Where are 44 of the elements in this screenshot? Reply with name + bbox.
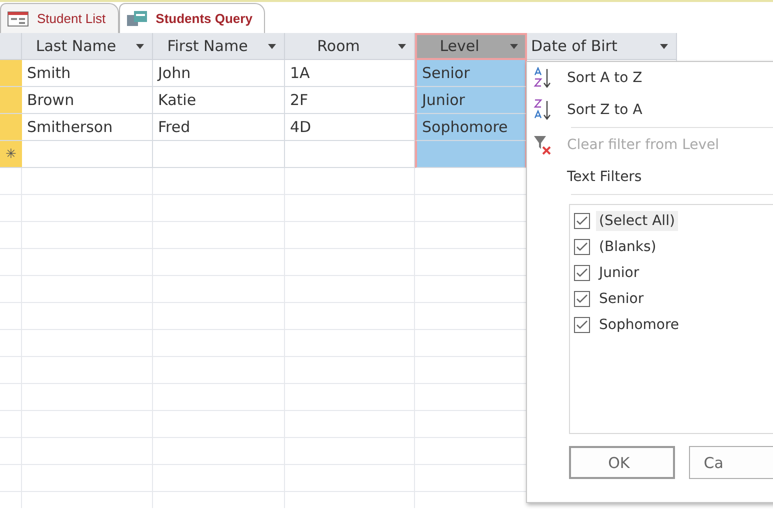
document-tab[interactable]: Student List bbox=[0, 3, 119, 33]
checkbox[interactable] bbox=[574, 317, 590, 333]
filter-value[interactable]: (Blanks) bbox=[596, 237, 660, 257]
dropdown-caret-icon[interactable] bbox=[398, 44, 406, 49]
dropdown-caret-icon[interactable] bbox=[510, 44, 518, 49]
clear-filter-icon bbox=[533, 134, 553, 156]
dropdown-caret-icon[interactable] bbox=[660, 44, 668, 49]
column-header[interactable]: Last Name bbox=[22, 33, 153, 60]
checkbox[interactable] bbox=[574, 239, 590, 255]
table-cell: Senior bbox=[415, 60, 527, 87]
ok-button[interactable]: OK bbox=[569, 446, 675, 479]
tab-label: Student List bbox=[37, 11, 106, 26]
table-cell: Fred bbox=[153, 114, 285, 141]
cancel-button[interactable]: Ca bbox=[688, 446, 773, 479]
new-record-marker: ✳ bbox=[0, 141, 22, 168]
table-cell: Brown bbox=[22, 87, 153, 114]
filter-value[interactable]: Senior bbox=[596, 289, 647, 309]
table-cell: Smitherson bbox=[22, 114, 153, 141]
table-cell: Katie bbox=[153, 87, 285, 114]
column-header[interactable]: Date of Birt bbox=[527, 33, 677, 60]
filter-value[interactable]: (Select All) bbox=[596, 211, 678, 231]
query-icon bbox=[126, 10, 148, 28]
column-header[interactable]: Room bbox=[285, 33, 415, 60]
dropdown-caret-icon[interactable] bbox=[268, 44, 276, 49]
table-cell: John bbox=[153, 60, 285, 87]
filter-value[interactable]: Junior bbox=[596, 263, 642, 283]
checkbox[interactable] bbox=[574, 213, 590, 229]
column-header[interactable]: Level bbox=[415, 33, 527, 60]
table-cell: Sophomore bbox=[415, 114, 527, 141]
menu-item[interactable]: Sort Z to A bbox=[527, 94, 773, 126]
checkbox[interactable] bbox=[574, 265, 590, 281]
table-cell: Junior bbox=[415, 87, 527, 114]
menu-item[interactable]: Sort A to Z bbox=[527, 62, 773, 94]
sort-ascending-icon bbox=[533, 67, 553, 89]
column-header[interactable]: First Name bbox=[153, 33, 285, 60]
dropdown-caret-icon[interactable] bbox=[136, 44, 144, 49]
document-tab[interactable]: Students Query bbox=[118, 3, 266, 33]
sort-descending-icon bbox=[533, 99, 553, 121]
form-icon bbox=[7, 10, 29, 26]
tab-label: Students Query bbox=[156, 11, 252, 26]
menu-item[interactable]: Text Filters bbox=[527, 161, 773, 193]
checkbox[interactable] bbox=[574, 291, 590, 307]
table-cell: Smith bbox=[22, 60, 153, 87]
filter-value[interactable]: Sophomore bbox=[596, 315, 682, 335]
